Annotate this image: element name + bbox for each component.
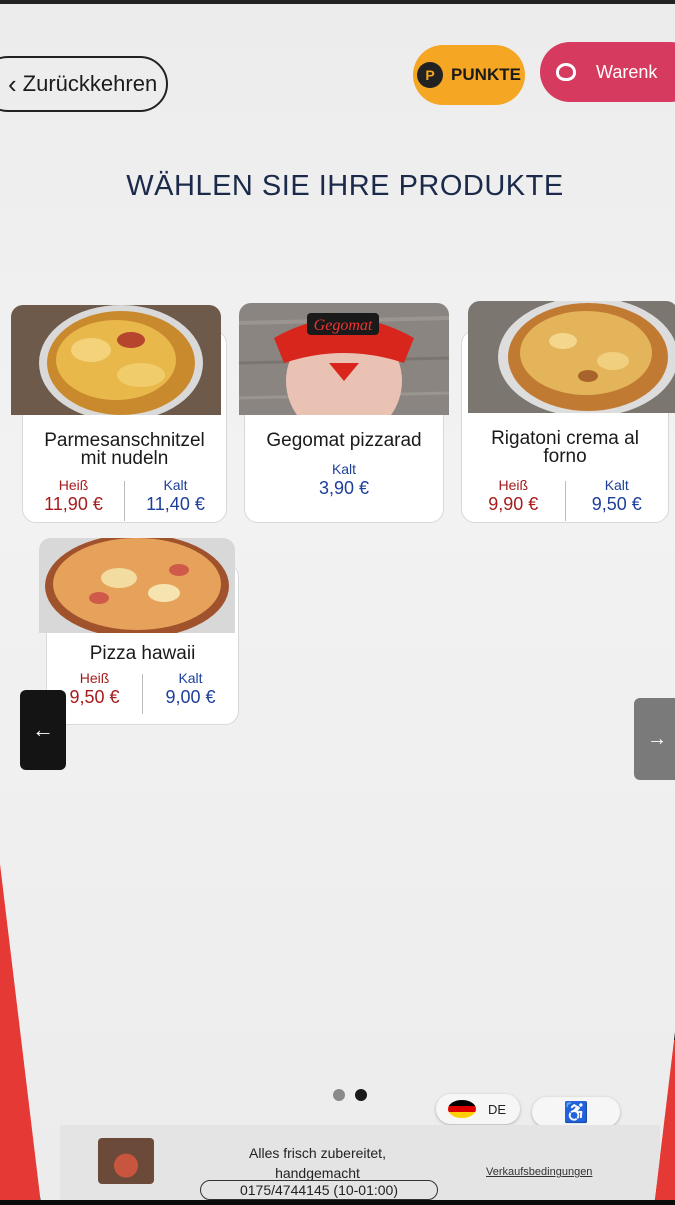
- product-image-gegomat-pizzarad: Gegomat: [239, 303, 449, 415]
- footer-phone: 0175/4744145 (10-01:00): [200, 1180, 438, 1200]
- product-image-parmesanschnitzel: [11, 305, 221, 415]
- cold-price-option[interactable]: Kalt 9,00 €: [143, 670, 238, 714]
- back-button[interactable]: ‹ Zurückkehren: [0, 56, 168, 112]
- arrow-right-icon: →: [647, 727, 667, 750]
- shopping-bag-icon: [556, 63, 576, 81]
- footer-tagline: Alles frisch zubereitet, handgemacht: [249, 1145, 386, 1181]
- price-row: Heiß 9,90 € Kalt 9,50 €: [462, 477, 668, 521]
- cart-label: Warenk: [596, 61, 658, 82]
- pagination-dots: [333, 1089, 367, 1101]
- svg-text:Gegomat: Gegomat: [314, 317, 373, 334]
- product-name: Rigatoni crema al forno: [491, 428, 639, 467]
- product-image-rigatoni-crema: [468, 301, 675, 413]
- product-card-gegomat-pizzarad[interactable]: Gegomat Gegomat pizzarad Kalt 3,90 €: [239, 303, 449, 523]
- cold-price-option[interactable]: Kalt 11,40 €: [125, 477, 226, 521]
- chevron-left-icon: ‹: [8, 69, 17, 99]
- page-title: WÄHLEN SIE IHRE PRODUKTE: [126, 170, 564, 202]
- cart-button[interactable]: Warenk: [540, 42, 675, 102]
- product-name: Pizza hawaii: [89, 643, 196, 664]
- points-icon: P: [417, 62, 444, 88]
- previous-page-button[interactable]: ←: [20, 690, 66, 770]
- product-name: Parmesanschnitzel mit nudeln: [44, 430, 205, 469]
- hot-price-option[interactable]: Heiß 11,90 €: [23, 477, 124, 521]
- accessibility-button[interactable]: ♿: [532, 1097, 620, 1127]
- points-label: PUNKTE: [451, 65, 521, 84]
- pagination-dot-2[interactable]: [355, 1089, 367, 1101]
- product-card-parmesanschnitzel[interactable]: Parmesanschnitzel mit nudeln Heiß 11,90 …: [11, 305, 227, 523]
- cold-price-option[interactable]: Kalt 3,90 €: [245, 461, 443, 499]
- language-selector[interactable]: DE: [436, 1094, 520, 1124]
- arrow-left-icon: ←: [32, 717, 54, 742]
- screen-top-edge: [0, 0, 675, 4]
- pagination-dot-1[interactable]: [333, 1089, 345, 1101]
- price-row: Heiß 9,50 € Kalt 9,00 €: [47, 670, 238, 714]
- price-row: Kalt 3,90 €: [245, 461, 443, 499]
- next-page-button[interactable]: →: [634, 698, 675, 780]
- product-card-pizza-hawaii[interactable]: Pizza hawaii Heiß 9,50 € Kalt 9,00 €: [39, 538, 239, 725]
- kiosk-screen: ‹ Zurückkehren P PUNKTE Warenk WÄHLEN SI…: [0, 0, 675, 1200]
- back-button-label: Zurückkehren: [22, 71, 158, 96]
- german-flag-icon: [448, 1100, 476, 1118]
- points-button[interactable]: P PUNKTE: [413, 45, 525, 105]
- hot-price-option[interactable]: Heiß 9,90 €: [462, 477, 565, 521]
- language-code: DE: [488, 1101, 507, 1117]
- product-card-rigatoni-crema[interactable]: Rigatoni crema al forno Heiß 9,90 € Kalt…: [461, 301, 675, 523]
- store-logo: [98, 1138, 154, 1184]
- price-row: Heiß 11,90 € Kalt 11,40 €: [23, 477, 226, 521]
- cold-price-option[interactable]: Kalt 9,50 €: [566, 477, 669, 521]
- wheelchair-icon: ♿: [563, 1101, 589, 1124]
- terms-link[interactable]: Verkaufsbedingungen: [486, 1166, 592, 1178]
- product-image-pizza-hawaii: [39, 538, 235, 633]
- product-name: Gegomat pizzarad: [266, 430, 422, 451]
